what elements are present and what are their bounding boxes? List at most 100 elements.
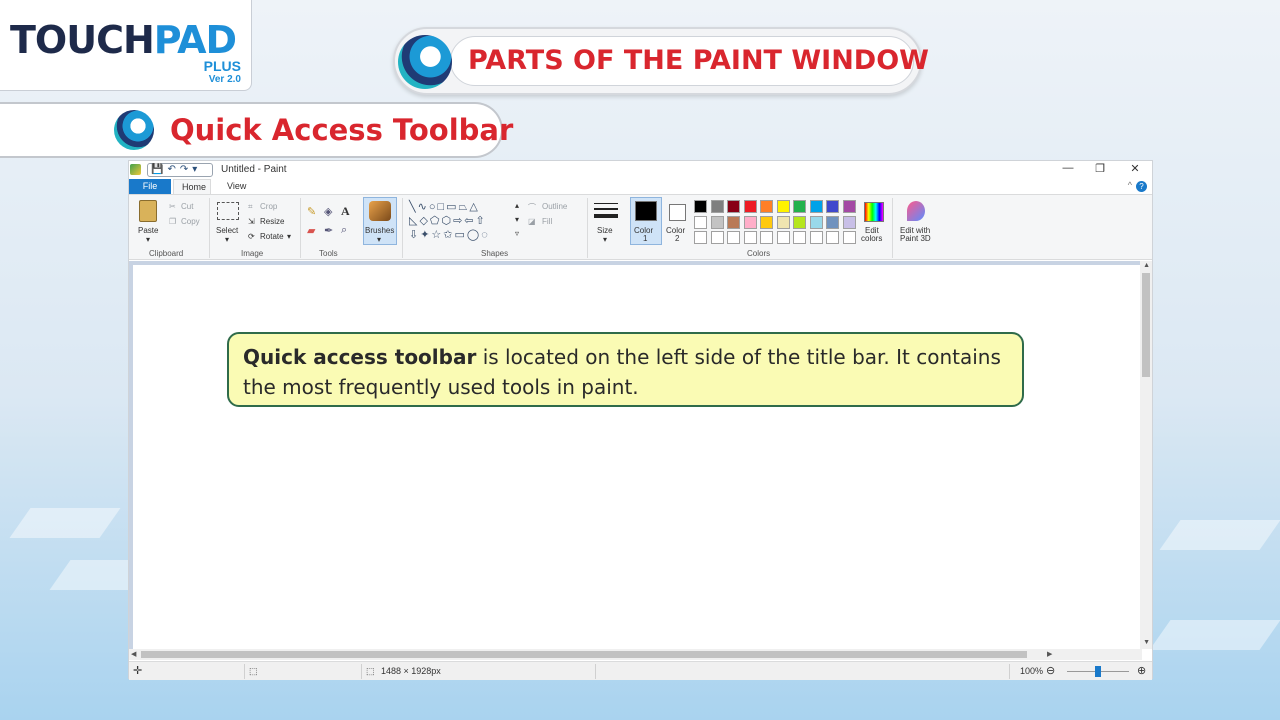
pencil-icon[interactable]: ✎ xyxy=(307,205,316,218)
select-button[interactable]: Select xyxy=(216,226,238,235)
shapes-expand-icon[interactable]: ▿ xyxy=(515,229,519,238)
palette-swatch[interactable] xyxy=(826,215,839,229)
fill-button[interactable]: Fill xyxy=(542,217,552,226)
palette-swatch[interactable] xyxy=(842,200,856,213)
paste-button[interactable]: Paste xyxy=(138,226,158,235)
palette-swatch[interactable] xyxy=(793,215,806,229)
zoom-in-icon[interactable]: ⊕ xyxy=(1137,664,1146,677)
palette-swatch[interactable] xyxy=(743,200,757,213)
size-icon[interactable] xyxy=(594,214,618,218)
eraser-icon[interactable]: ▰ xyxy=(307,224,315,237)
palette-swatch[interactable] xyxy=(809,200,823,213)
size-button[interactable]: Size xyxy=(597,226,613,235)
magnifier-icon[interactable]: ⌕ xyxy=(341,224,347,237)
palette-swatch[interactable] xyxy=(760,215,773,229)
minimize-button[interactable]: — xyxy=(1058,162,1078,174)
paste-icon[interactable] xyxy=(139,200,157,222)
paint3d-icon[interactable] xyxy=(907,201,925,221)
palette-swatch[interactable] xyxy=(826,231,839,244)
brushes-dropdown-icon[interactable]: ▾ xyxy=(377,235,381,244)
customize-qat-icon[interactable]: ▾ xyxy=(192,164,197,176)
palette-swatch[interactable] xyxy=(760,231,773,244)
resize-button[interactable]: Resize xyxy=(260,217,284,226)
palette-swatch[interactable] xyxy=(826,200,839,213)
fill-bucket-icon[interactable]: ◈ xyxy=(324,205,332,218)
palette-swatch[interactable] xyxy=(776,215,790,229)
fill-icon[interactable]: ◪ xyxy=(528,217,536,226)
crop-button[interactable]: Crop xyxy=(260,202,277,211)
crop-icon[interactable]: ⌗ xyxy=(248,202,253,212)
scroll-right-icon[interactable]: ▶ xyxy=(1047,650,1052,658)
restore-button[interactable]: ❐ xyxy=(1090,162,1110,175)
palette-swatch[interactable] xyxy=(694,215,707,229)
zoom-slider-thumb[interactable] xyxy=(1095,666,1101,677)
palette-swatch[interactable] xyxy=(809,231,823,244)
scroll-left-icon[interactable]: ◀ xyxy=(131,650,136,658)
shapes-scroll-up-icon[interactable]: ▴ xyxy=(515,201,519,210)
select-dropdown-icon[interactable]: ▾ xyxy=(225,235,229,244)
resize-icon[interactable]: ⇲ xyxy=(248,217,255,226)
size-dropdown-icon[interactable]: ▾ xyxy=(603,235,607,244)
copy-button[interactable]: Copy xyxy=(181,217,200,226)
palette-swatch[interactable] xyxy=(793,231,806,244)
canvas-area xyxy=(129,261,1142,651)
palette-swatch[interactable] xyxy=(842,215,856,229)
select-icon[interactable] xyxy=(217,202,239,220)
logo-word-part1: TOUCH xyxy=(10,18,155,62)
palette-swatch[interactable] xyxy=(809,215,823,229)
brush-icon xyxy=(369,201,391,221)
tab-view[interactable]: View xyxy=(219,179,251,194)
size-icon[interactable] xyxy=(594,208,618,210)
tab-file[interactable]: File xyxy=(129,179,171,194)
scroll-up-icon[interactable]: ▲ xyxy=(1143,262,1150,269)
palette-swatch[interactable] xyxy=(793,200,806,213)
paste-dropdown-icon[interactable]: ▾ xyxy=(146,235,150,244)
horizontal-scrollbar-thumb[interactable] xyxy=(141,651,1027,658)
palette-swatch[interactable] xyxy=(743,215,757,229)
edit-colors-label-2[interactable]: colors xyxy=(861,234,882,243)
palette-swatch[interactable] xyxy=(727,200,740,213)
cut-button[interactable]: Cut xyxy=(181,202,193,211)
palette-swatch[interactable] xyxy=(727,231,740,244)
size-icon[interactable] xyxy=(594,203,618,204)
rotate-dropdown-icon[interactable]: ▾ xyxy=(287,232,291,241)
rotate-button[interactable]: Rotate xyxy=(260,232,284,241)
tools-group-label: Tools xyxy=(319,249,338,258)
shapes-scroll-down-icon[interactable]: ▾ xyxy=(515,215,519,224)
scroll-down-icon[interactable]: ▼ xyxy=(1143,639,1150,646)
drawing-canvas[interactable] xyxy=(133,265,1142,651)
palette-swatch[interactable] xyxy=(710,200,724,213)
palette-swatch[interactable] xyxy=(727,215,740,229)
undo-icon[interactable]: ↶ xyxy=(167,164,175,176)
help-icon[interactable]: ? xyxy=(1136,181,1147,192)
palette-swatch[interactable] xyxy=(776,231,790,244)
tab-home[interactable]: Home xyxy=(173,179,211,194)
palette-swatch[interactable] xyxy=(743,231,757,244)
palette-swatch[interactable] xyxy=(694,231,707,244)
shapes-gallery-row3[interactable]: ⇩✦☆✩▭◯◌ xyxy=(409,228,490,241)
outline-icon[interactable]: ⌒ xyxy=(528,202,536,213)
palette-swatch[interactable] xyxy=(776,200,790,213)
color-picker-icon[interactable]: ✒ xyxy=(324,224,333,237)
vertical-scrollbar-thumb[interactable] xyxy=(1142,273,1150,377)
redo-icon[interactable]: ↷ xyxy=(180,164,188,176)
shapes-gallery-row1[interactable]: ╲∿○□▭⏢△ xyxy=(409,200,480,214)
shapes-gallery-row2[interactable]: ◺◇⬠⬡⇨⇦⇧ xyxy=(409,214,487,227)
color2-swatch[interactable] xyxy=(669,204,686,221)
zoom-out-icon[interactable]: ⊖ xyxy=(1046,664,1055,677)
outline-button[interactable]: Outline xyxy=(542,202,567,211)
cut-icon[interactable]: ✂ xyxy=(169,202,176,211)
close-button[interactable]: ✕ xyxy=(1125,162,1145,175)
palette-swatch[interactable] xyxy=(710,231,724,244)
palette-swatch[interactable] xyxy=(694,200,707,213)
edit-with-paint3d-label-2[interactable]: Paint 3D xyxy=(900,234,931,243)
palette-swatch[interactable] xyxy=(710,215,724,229)
copy-icon[interactable]: ❐ xyxy=(169,217,176,226)
rotate-icon[interactable]: ⟳ xyxy=(248,232,255,241)
text-icon[interactable]: A xyxy=(341,204,350,219)
palette-swatch[interactable] xyxy=(842,231,856,244)
edit-colors-icon[interactable] xyxy=(864,202,884,222)
collapse-ribbon-icon[interactable]: ^ xyxy=(1128,180,1132,190)
palette-swatch[interactable] xyxy=(760,200,773,213)
save-icon[interactable]: 💾 xyxy=(151,164,163,176)
